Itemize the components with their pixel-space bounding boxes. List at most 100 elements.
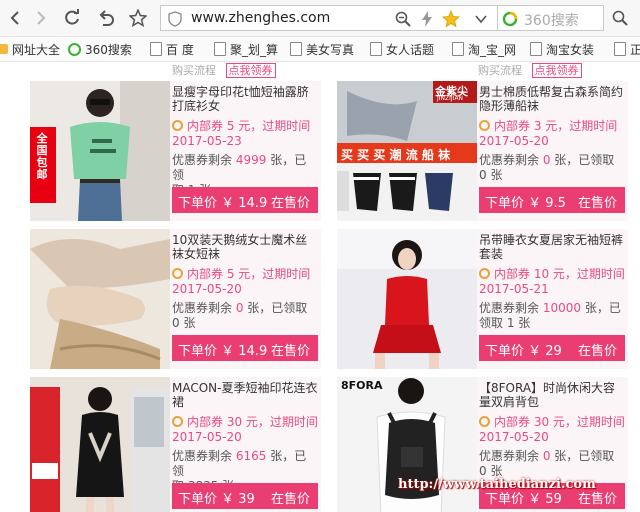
product-image[interactable] xyxy=(337,229,477,369)
brand-sub-label: JINZIJIAN xyxy=(437,95,464,102)
bookmark-item[interactable]: 网址大全 xyxy=(0,40,60,58)
document-icon xyxy=(150,42,162,56)
remain-text: 优惠券剩余 xyxy=(172,153,236,167)
product-card[interactable]: 10双装天鹅绒女士魔术丝袜女短袜 内部券 5 元，过期时间 2017-05-20… xyxy=(30,229,321,369)
bookmark-label: 聚_划_算 xyxy=(230,42,279,57)
search-engine-icon xyxy=(500,9,520,29)
claimed-text: 领取 1 张 xyxy=(479,316,531,330)
coupon-line: 内部券 30 元，过期时间 xyxy=(187,415,318,429)
buy-button[interactable]: 下单价 ￥ 29 在售价 xyxy=(479,335,625,361)
product-card[interactable]: 金紫尖 JINZIJIAN 买 买 买 潮 流 船 袜 男士棉质低帮复古森系简约… xyxy=(337,81,628,221)
document-icon xyxy=(614,42,626,56)
product-info: 吊带睡衣女夏居家无袖短裤套装 内部券 10 元，过期时间 2017-05-21 … xyxy=(477,229,628,369)
remain-text: 张，已领取 xyxy=(550,449,615,463)
bookmark-star-icon[interactable] xyxy=(126,6,150,30)
bookmark-item[interactable]: 聚_划_算 xyxy=(214,40,278,58)
bookmark-item[interactable]: 360搜索 xyxy=(68,40,132,58)
remain-text: 张，已领取 xyxy=(243,301,308,315)
buy-button[interactable]: 下单价 ￥ 14.9 在售价 xyxy=(172,335,318,361)
bookmark-item[interactable]: 女人话题 xyxy=(370,40,434,58)
search-input[interactable]: 360搜索 xyxy=(498,5,604,31)
order-price: 下单价 ￥ 14.9 xyxy=(178,196,268,211)
browser-toolbar: www.zhenghes.com 360搜索 xyxy=(0,0,640,37)
claimed-text: 0 张 xyxy=(479,168,503,182)
product-title[interactable]: 男士棉质低帮复古森系简约隐形薄船袜 xyxy=(479,85,625,115)
document-icon xyxy=(370,42,382,56)
buy-button[interactable]: 下单价 ￥ 14.9 在售价 xyxy=(172,187,318,213)
bookmark-item[interactable]: 淘_宝_网 xyxy=(452,40,516,58)
coupon-info: 内部券 5 元，过期时间 2017-05-23 xyxy=(172,119,318,149)
zoom-icon[interactable] xyxy=(393,9,413,29)
document-icon xyxy=(530,42,542,56)
product-title[interactable]: 显瘦字母印花t恤短袖露脐打底衫女 xyxy=(172,85,318,115)
document-icon xyxy=(214,42,226,56)
bookmark-item[interactable]: 百 度 xyxy=(150,40,194,58)
remain-text: 优惠券剩余 xyxy=(479,153,543,167)
search-icon[interactable] xyxy=(608,6,632,30)
medal-icon xyxy=(479,268,490,279)
product-info: MACON-夏季短袖印花连衣裙 内部券 30 元，过期时间 2017-05-20… xyxy=(170,377,321,512)
favorite-star-icon[interactable] xyxy=(441,9,461,29)
on-sale-label: 在售价 xyxy=(270,344,310,359)
coupon-line: 内部券 10 元，过期时间 xyxy=(494,267,625,281)
product-info: 男士棉质低帮复古森系简约隐形薄船袜 内部券 3 元，过期时间 2017-05-2… xyxy=(477,81,628,221)
medal-icon xyxy=(479,120,490,131)
refresh-icon[interactable] xyxy=(60,6,84,30)
product-card[interactable]: 吊带睡衣女夏居家无袖短裤套装 内部券 10 元，过期时间 2017-05-21 … xyxy=(337,229,628,369)
get-coupon-link[interactable]: 点我领券 xyxy=(225,63,276,78)
coupon-line: 内部券 5 元，过期时间 xyxy=(187,267,311,281)
bookmark-label: 正 xyxy=(630,41,640,58)
medal-icon xyxy=(479,416,490,427)
buy-button[interactable]: 下单价 ￥ 39 在售价 xyxy=(172,483,318,509)
coupon-info: 内部券 5 元，过期时间 2017-05-20 xyxy=(172,267,318,297)
undo-icon[interactable] xyxy=(94,6,118,30)
top-fragment: 购买流程 点我领券 xyxy=(478,62,582,78)
coupon-expiry: 2017-05-21 xyxy=(479,282,549,296)
on-sale-label: 在售价 xyxy=(270,196,310,211)
lightning-icon[interactable] xyxy=(417,9,437,29)
product-info: 10双装天鹅绒女士魔术丝袜女短袜 内部券 5 元，过期时间 2017-05-20… xyxy=(170,229,321,369)
product-image[interactable] xyxy=(30,377,170,512)
coupon-info: 内部券 3 元，过期时间 2017-05-20 xyxy=(479,119,625,149)
get-coupon-link[interactable]: 点我领券 xyxy=(531,63,582,78)
product-title[interactable]: 吊带睡衣女夏居家无袖短裤套装 xyxy=(479,233,625,263)
medal-icon xyxy=(172,120,183,131)
brand-label: 8FORA xyxy=(341,379,383,392)
coupon-expiry: 2017-05-20 xyxy=(172,282,242,296)
claimed-text: 0 张 xyxy=(479,464,503,478)
bookmark-item[interactable]: 美女写真 xyxy=(290,40,354,58)
coupon-line: 内部券 30 元，过期时间 xyxy=(494,415,625,429)
remain-text: 优惠券剩余 xyxy=(172,301,236,315)
coupon-line: 内部券 5 元，过期时间 xyxy=(187,119,311,133)
back-icon[interactable] xyxy=(4,6,28,30)
coupon-info: 内部券 10 元，过期时间 2017-05-21 xyxy=(479,267,625,297)
chevron-down-icon[interactable] xyxy=(471,9,491,29)
product-image[interactable]: 全国包邮 xyxy=(30,81,170,221)
on-sale-label: 在售价 xyxy=(577,196,617,211)
on-sale-label: 在售价 xyxy=(270,492,310,507)
product-image[interactable]: 金紫尖 JINZIJIAN 买 买 买 潮 流 船 袜 xyxy=(337,81,477,221)
product-image[interactable] xyxy=(30,229,170,369)
remaining-coupons: 优惠券剩余 0 张，已领取 0 张 xyxy=(172,301,318,331)
product-card[interactable]: 全国包邮 显瘦字母印花t恤短袖露脐打底衫女 内部券 5 元，过期时间 2017-… xyxy=(30,81,321,221)
on-sale-label: 在售价 xyxy=(577,344,617,359)
order-price: 下单价 ￥ 39 xyxy=(178,492,255,507)
bookmark-item[interactable]: 正 xyxy=(614,40,640,58)
free-shipping-badge: 全国包邮 xyxy=(36,132,48,181)
forward-icon[interactable] xyxy=(28,6,52,30)
address-bar[interactable]: www.zhenghes.com xyxy=(160,5,498,31)
remain-count: 6165 xyxy=(235,449,267,463)
remain-count: 10000 xyxy=(542,301,582,315)
bookmark-label: 淘_宝_网 xyxy=(468,42,517,57)
remain-text: 张，已领取 xyxy=(550,153,615,167)
buy-button[interactable]: 下单价 ￥ 9.5 在售价 xyxy=(479,187,625,213)
product-title[interactable]: 10双装天鹅绒女士魔术丝袜女短袜 xyxy=(172,233,318,263)
shield-icon xyxy=(165,9,185,29)
product-title[interactable]: 【8FORA】时尚休闲大容量双肩背包 xyxy=(479,381,625,411)
bookmark-item[interactable]: 淘宝女装 xyxy=(530,40,594,58)
coupon-info: 内部券 30 元，过期时间 2017-05-20 xyxy=(479,415,625,445)
product-card[interactable]: MACON-夏季短袖印花连衣裙 内部券 30 元，过期时间 2017-05-20… xyxy=(30,377,321,512)
bookmark-label: 女人话题 xyxy=(386,42,435,57)
product-title[interactable]: MACON-夏季短袖印花连衣裙 xyxy=(172,381,318,411)
bookmarks-bar: 网址大全 360搜索 百 度 聚_划_算 美女写真 女人话题 淘_宝_网 淘宝女… xyxy=(0,37,640,62)
